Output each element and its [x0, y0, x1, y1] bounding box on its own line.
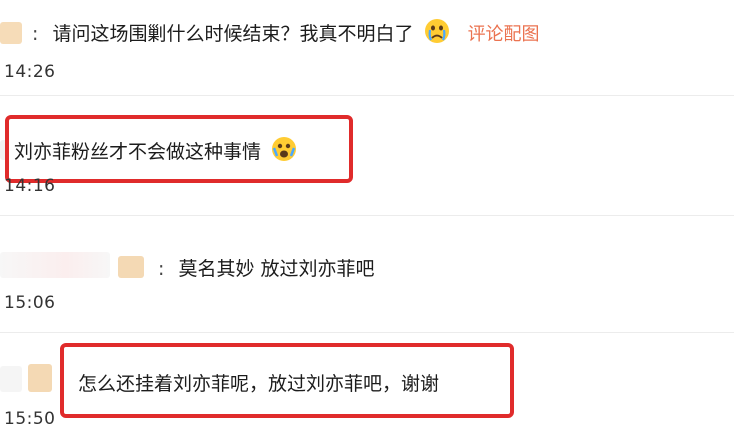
- comment-time: 15:06: [4, 293, 56, 313]
- blurred-username: [0, 22, 22, 44]
- comment-4: 怎么还挂着刘亦菲呢，放过刘亦菲吧，谢谢: [78, 369, 439, 396]
- divider: [0, 95, 734, 96]
- comment-image-link[interactable]: 评论配图: [468, 24, 540, 45]
- comment-separator: :: [158, 258, 165, 280]
- comment-time: 15:50: [4, 409, 56, 429]
- divider: [0, 215, 734, 216]
- blurred-username: [0, 366, 22, 392]
- comment-text: 莫名其妙 放过刘亦菲吧: [178, 258, 375, 280]
- crying-face-emoji: [424, 18, 450, 49]
- comment-3: : 莫名其妙 放过刘亦菲吧: [158, 254, 375, 281]
- comment-separator: :: [32, 23, 39, 45]
- comment-text: 刘亦菲粉丝才不会做这种事情: [14, 141, 262, 163]
- divider: [0, 332, 734, 333]
- comment-2: 刘亦菲粉丝才不会做这种事情: [14, 136, 297, 167]
- blurred-username: [0, 252, 110, 278]
- comment-text: 请问这场围剿什么时候结束？我真不明白了: [52, 23, 414, 45]
- avatar: [28, 364, 52, 392]
- comment-time: 14:16: [4, 176, 56, 196]
- avatar: [118, 256, 144, 278]
- comment-text: 怎么还挂着刘亦菲呢，放过刘亦菲吧，谢谢: [78, 373, 440, 395]
- anguished-face-emoji: [271, 136, 297, 167]
- comment-time: 14:26: [4, 62, 56, 82]
- comment-1: : 请问这场围剿什么时候结束？我真不明白了 评论配图: [32, 18, 540, 49]
